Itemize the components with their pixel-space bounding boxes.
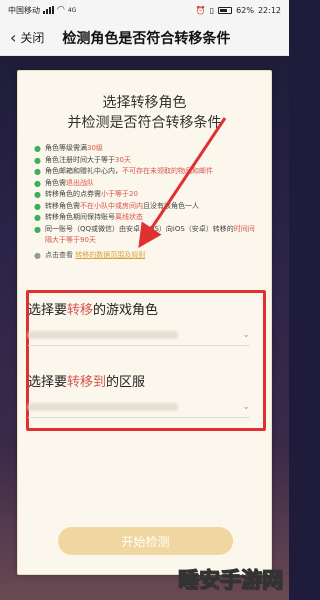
role-select-label: 选择要转移的游戏角色	[28, 303, 159, 318]
clock: 22:12	[257, 5, 281, 15]
start-check-button[interactable]: 开始检测	[58, 527, 233, 555]
close-button[interactable]: ‹ 关闭	[10, 29, 44, 46]
check-icon: ●	[34, 178, 41, 188]
requirement-item: ● 角色注册时间大于等于30天	[34, 155, 131, 165]
card-title-line1: 选择转移角色	[102, 95, 187, 111]
status-bar: 中国移动 ◠ 4G ⏰ ▯ 62% 22:12	[0, 0, 289, 20]
requirement-item: ● 角色等级需满30级	[34, 144, 103, 153]
server-value-blurred	[28, 402, 178, 411]
rules-link[interactable]: 转移的数据范围及规则	[75, 251, 145, 259]
requirement-item: ● 角色需退出战队	[34, 178, 94, 188]
server-dropdown[interactable]: ⌄	[28, 396, 250, 418]
carrier-label: 中国移动	[8, 5, 40, 15]
requirement-item: ● 转移角色期间保持账号离线状态	[34, 213, 143, 222]
check-icon: ●	[34, 167, 41, 176]
role-select-field: 选择要转移的游戏角色 ⌄	[28, 299, 250, 346]
requirements-list: ● 角色等级需满30级 ● 角色注册时间大于等于30天 ● 角色邮箱和赠礼中心内，不可…	[34, 143, 261, 261]
chevron-left-icon: ‹	[10, 27, 17, 47]
rules-link-line: ● 点击查看 转移的数据范围及规则	[34, 250, 146, 260]
app-header: ‹ 关闭 检测角色是否符合转移条件	[0, 20, 289, 56]
requirement-item: ● 角色邮箱和赠礼中心内，不可存在未领取的物品和邮件	[34, 167, 213, 176]
chevron-down-icon: ⌄	[242, 329, 250, 340]
check-icon: ●	[34, 201, 41, 211]
page-title: 检测角色是否符合转移条件	[62, 30, 231, 47]
role-value-blurred	[28, 330, 178, 339]
bullet-icon: ●	[34, 250, 41, 260]
network-label: 4G	[67, 6, 77, 14]
chevron-down-icon: ⌄	[242, 401, 250, 412]
check-icon: ●	[34, 155, 41, 165]
battery-icon	[218, 6, 233, 14]
signal-icon	[43, 6, 54, 14]
check-icon: ●	[34, 144, 41, 153]
vibrate-icon: ▯	[209, 5, 215, 15]
close-label: 关闭	[20, 31, 45, 45]
alarm-icon: ⏰	[195, 5, 206, 15]
transfer-card: 选择转移角色 并检测是否符合转移条件 ● 角色等级需满30级 ● 角色注册时间大于等…	[17, 70, 272, 575]
server-select-label: 选择要转移到的区服	[28, 375, 146, 390]
card-title-line2: 并检测是否符合转移条件	[67, 115, 222, 131]
wifi-icon: ◠	[57, 5, 65, 15]
role-dropdown[interactable]: ⌄	[28, 324, 250, 346]
requirement-item: ● 同一账号（QQ或微信）由安卓（iOS）向iOS（安卓）转移的时间间隔大于等于9…	[34, 224, 261, 247]
check-icon: ●	[34, 213, 41, 222]
check-icon: ●	[34, 224, 41, 234]
watermark: 睡安手游网	[178, 568, 284, 593]
requirement-item: ● 转移角色的点券需小于等于20	[34, 190, 138, 199]
server-select-field: 选择要转移到的区服 ⌄	[28, 371, 250, 418]
requirement-item: ● 转移角色需不在小队中或房间内且没有该角色一人	[34, 201, 199, 211]
battery-label: 62%	[236, 5, 254, 15]
check-icon: ●	[34, 190, 41, 199]
card-title: 选择转移角色 并检测是否符合转移条件	[18, 93, 271, 133]
